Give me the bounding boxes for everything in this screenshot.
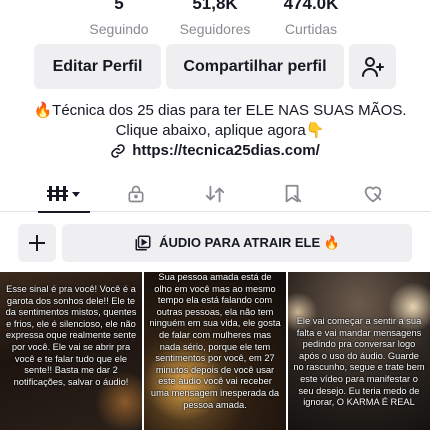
plus-icon	[29, 235, 45, 251]
video-caption: Sua pessoa amada está de olho em você ma…	[149, 272, 281, 410]
video-caption: Ele vai começar a sentir a sua falta e v…	[293, 316, 425, 408]
add-friend-button[interactable]	[349, 44, 396, 89]
favorites-icon	[285, 184, 302, 203]
share-profile-button[interactable]: Compartilhar perfil	[166, 44, 344, 89]
edit-profile-button[interactable]: Editar Perfil	[34, 44, 161, 89]
playlist-title: ÁUDIO PARA ATRAIR ELE 🔥	[159, 235, 340, 250]
profile-stats: 5 Seguindo 51,8K Seguidores 474.0K Curti…	[0, 0, 430, 38]
tab-private[interactable]	[111, 176, 161, 212]
profile-tabs	[0, 176, 430, 213]
video-grid: Esse sinal é pra você! Você é a garota d…	[0, 272, 430, 430]
tab-liked[interactable]	[348, 176, 398, 212]
video-thumbnail[interactable]: Esse sinal é pra você! Você é a garota d…	[0, 272, 142, 430]
playlist-icon	[135, 235, 151, 251]
tab-favorites[interactable]	[268, 176, 318, 212]
bio-link-text: https://tecnica25dias.com/	[132, 142, 320, 159]
lock-icon	[128, 185, 144, 203]
playlist-chip[interactable]: ÁUDIO PARA ATRAIR ELE 🔥	[62, 224, 412, 262]
tab-videos[interactable]	[30, 176, 98, 213]
followers-label: Seguidores	[179, 21, 251, 37]
likes-count: 474.0K	[283, 0, 339, 13]
liked-icon	[364, 186, 382, 203]
followers-count: 51,8K	[192, 0, 238, 13]
bio-link[interactable]: https://tecnica25dias.com/	[0, 142, 430, 159]
add-user-icon	[361, 56, 384, 77]
following-stat[interactable]: 5 Seguindo	[64, 0, 174, 38]
video-thumbnail[interactable]: Sua pessoa amada está de olho em você ma…	[144, 272, 286, 430]
likes-stat[interactable]: 474.0K Curtidas	[256, 0, 366, 38]
playlist-row: ÁUDIO PARA ATRAIR ELE 🔥	[0, 224, 430, 264]
video-thumbnail[interactable]: Ele vai começar a sentir a sua falta e v…	[288, 272, 430, 430]
following-count: 5	[114, 0, 124, 13]
followers-stat[interactable]: 51,8K Seguidores	[160, 0, 270, 38]
profile-bio: 🔥Técnica dos 25 dias para ter ELE NAS SU…	[33, 102, 407, 139]
add-playlist-button[interactable]	[18, 224, 56, 262]
tab-reposts[interactable]	[190, 176, 240, 212]
grid-icon	[47, 186, 80, 201]
link-icon	[111, 143, 125, 158]
repost-icon	[205, 185, 225, 203]
following-label: Seguindo	[89, 21, 149, 37]
likes-label: Curtidas	[284, 21, 338, 37]
video-caption: Esse sinal é pra você! Você é a garota d…	[5, 284, 137, 387]
